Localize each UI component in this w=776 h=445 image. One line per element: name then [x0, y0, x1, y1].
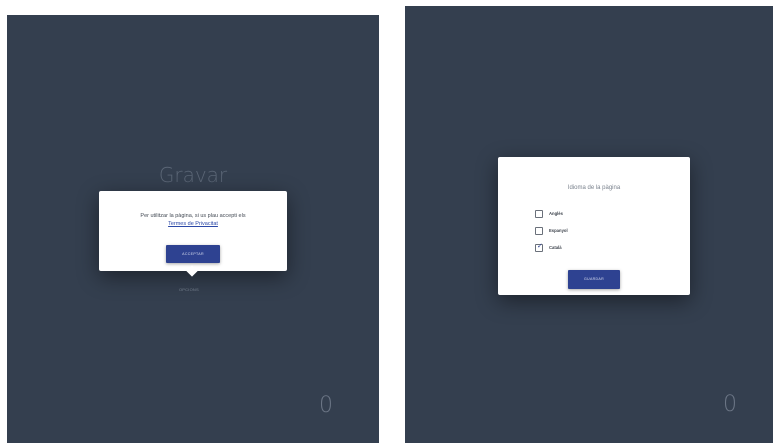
- privacy-message-text: Per utilitzar la pàgina, si us plau acce…: [140, 213, 246, 219]
- options-link[interactable]: OPCIONS: [179, 287, 199, 292]
- language-option-english[interactable]: Anglès: [535, 205, 568, 222]
- language-option-label: Anglès: [549, 211, 563, 216]
- language-option-spanish[interactable]: Espanyol: [535, 222, 568, 239]
- language-screen: 0 Idioma de la pàgina Anglès Espanyol ✓ …: [405, 6, 773, 443]
- language-checkbox[interactable]: ✓: [535, 242, 543, 252]
- save-button[interactable]: GUARDAR: [568, 270, 620, 289]
- language-option-label: Català: [549, 245, 562, 250]
- language-list: Anglès Espanyol ✓ Català: [535, 205, 568, 256]
- language-dialog: Idioma de la pàgina Anglès Espanyol ✓ Ca…: [498, 157, 690, 295]
- recording-counter: 0: [723, 392, 737, 417]
- accept-button[interactable]: ACCEPTAR: [166, 245, 220, 263]
- recording-counter: 0: [319, 393, 333, 418]
- language-checkbox[interactable]: [535, 209, 543, 218]
- privacy-dialog: Per utilitzar la pàgina, si us plau acce…: [99, 191, 287, 271]
- language-dialog-title: Idioma de la pàgina: [567, 185, 621, 191]
- privacy-terms-link[interactable]: Termes de Privacitat: [168, 221, 218, 227]
- recording-screen: Gravar OPCIONS 0 Per utilitzar la pàgina…: [7, 15, 379, 443]
- privacy-message: Per utilitzar la pàgina, si us plau acce…: [107, 212, 279, 228]
- language-option-catalan[interactable]: ✓ Català: [535, 239, 568, 256]
- page-title: Gravar: [158, 163, 228, 187]
- language-checkbox[interactable]: [535, 226, 543, 235]
- check-icon: ✓: [537, 242, 543, 250]
- language-option-label: Espanyol: [549, 228, 568, 233]
